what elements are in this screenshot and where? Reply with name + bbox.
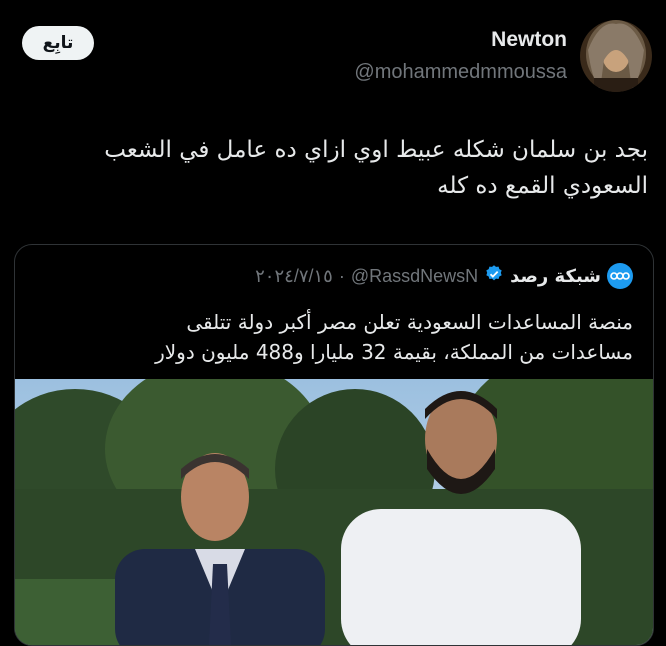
tweet-text-line: بجد بن سلمان شكله عبيط اوي ازاي ده عامل … [104,137,648,163]
follow-button[interactable]: تابِع [22,26,94,60]
quote-text-line: منصة المساعدات السعودية تعلن مصر أكبر دو… [186,310,633,334]
quote-photo[interactable] [15,379,653,645]
quote-header: شبكة رصد @RassdNewsN · ٢٠٢٤/٧/١٥ [255,263,633,289]
avatar[interactable] [580,20,652,92]
quote-separator: · [338,265,345,286]
quote-date[interactable]: ٢٠٢٤/٧/١٥ [255,266,333,287]
tweet-text-line: السعودي القمع ده كله [437,173,648,199]
rassd-logo-icon[interactable] [607,263,633,289]
quoted-tweet-card[interactable]: شبكة رصد @RassdNewsN · ٢٠٢٤/٧/١٥ منصة ال… [14,244,654,646]
tweet-text: بجد بن سلمان شكله عبيط اوي ازاي ده عامل … [48,132,648,204]
verified-badge-icon [484,264,504,289]
display-name[interactable]: Newton [491,28,567,52]
user-handle[interactable]: @mohammedmmoussa [354,61,567,84]
photo-two-men-outdoors [15,379,653,645]
quote-text: منصة المساعدات السعودية تعلن مصر أكبر دو… [33,307,633,367]
quote-handle[interactable]: @RassdNewsN [351,266,478,287]
avatar-portrait-image [580,20,652,92]
quote-account-name[interactable]: شبكة رصد [510,266,601,287]
quote-text-line: مساعدات من المملكة، بقيمة 32 مليارا و488… [155,340,633,364]
